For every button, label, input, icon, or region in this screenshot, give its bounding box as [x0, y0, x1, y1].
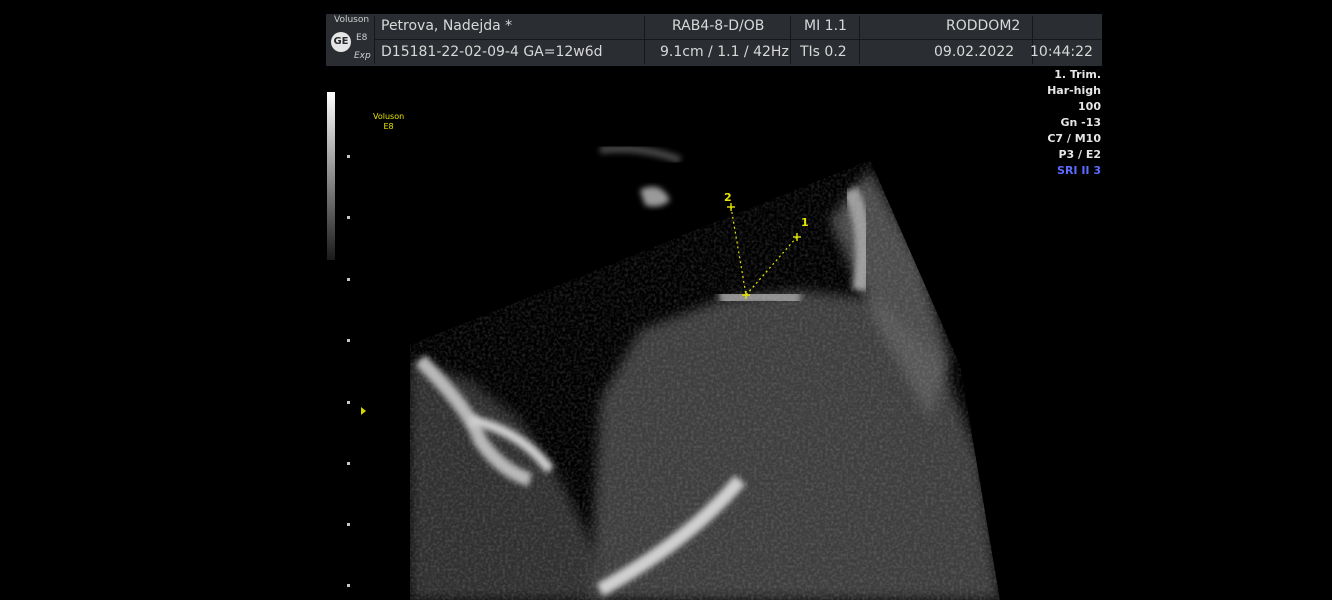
depth-tick: [347, 462, 350, 465]
depth-info: 9.1cm / 1.1 / 42Hz: [660, 44, 789, 60]
depth-tick: [347, 584, 350, 587]
grayscale-bar: [327, 92, 335, 260]
depth-tick: [347, 401, 350, 404]
overlay-model: E8: [383, 122, 394, 131]
exam-time: 10:44:22: [1030, 44, 1093, 60]
depth-tick: [347, 278, 350, 281]
setting-contrast-map: C7 / M10: [1047, 132, 1101, 145]
setting-gain: Gn -13: [1060, 116, 1101, 129]
caliper-label-1: 1: [801, 216, 809, 229]
exam-date: 09.02.2022: [934, 44, 1015, 60]
scan-settings-panel: 1. Trim. Har-high 100 Gn -13 C7 / M10 P3…: [1047, 67, 1101, 179]
setting-persistence: P3 / E2: [1058, 148, 1101, 161]
patient-id-ga: D15181-22-02-09-4 GA=12w6d: [381, 44, 603, 60]
setting-sri: SRI II 3: [1057, 164, 1101, 177]
patient-name: Petrova, Nadejda *: [381, 18, 513, 34]
setting-harmonic: Har-high: [1047, 84, 1101, 97]
depth-tick: [347, 523, 350, 526]
header-bar: Voluson GE E8 Exp Petrova, Nadejda * RAB…: [326, 14, 1102, 66]
overlay-brand: Voluson: [373, 112, 405, 121]
caliper-label-2: 2: [724, 191, 732, 204]
setting-trimester: 1. Trim.: [1054, 68, 1101, 81]
institution-name: RODDOM2: [946, 18, 1021, 34]
ultrasound-image: [410, 144, 1000, 600]
scan-sector: [410, 160, 1000, 600]
focus-marker-icon: [361, 407, 366, 415]
probe-application: RAB4-8-D/OB: [672, 18, 765, 34]
setting-power: 100: [1078, 100, 1101, 113]
overlay-logo: Voluson E8: [373, 112, 404, 132]
thermal-index: TIs 0.2: [800, 44, 847, 60]
depth-tick: [347, 339, 350, 342]
depth-tick: [347, 216, 350, 219]
depth-tick: [347, 155, 350, 158]
mechanical-index: MI 1.1: [804, 18, 847, 34]
